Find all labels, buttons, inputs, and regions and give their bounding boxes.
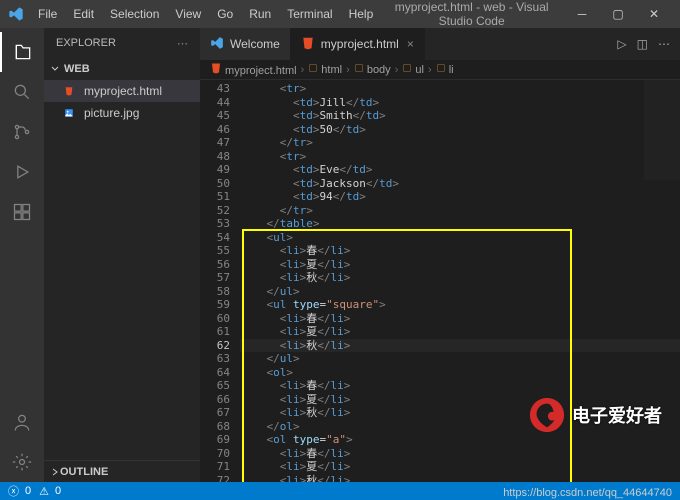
code-line-60[interactable]: <li>春</li> xyxy=(240,312,680,326)
code-line-43[interactable]: <tr> xyxy=(240,82,680,96)
close-button[interactable]: ✕ xyxy=(636,0,672,28)
code-line-50[interactable]: <td>Jackson</td> xyxy=(240,177,680,191)
watermark: 电子爱好者 xyxy=(528,396,662,434)
chevron-right-icon: › xyxy=(428,64,432,76)
editor-area: Welcome myproject.html × ▷ ◫ ⋯ myproject.h… xyxy=(200,28,680,482)
menu-run[interactable]: Run xyxy=(243,5,277,23)
settings-icon[interactable] xyxy=(0,442,44,482)
code-line-69[interactable]: <ol type="a"> xyxy=(240,433,680,447)
crumb-html[interactable]: html xyxy=(308,63,342,76)
minimap[interactable] xyxy=(644,80,680,180)
chevron-right-icon: › xyxy=(395,64,399,76)
html-file-icon xyxy=(64,84,78,98)
warning-count: 0 xyxy=(55,485,61,497)
source-control-icon[interactable] xyxy=(0,112,44,152)
tab-label: Welcome xyxy=(230,37,280,51)
menu-selection[interactable]: Selection xyxy=(104,5,165,23)
tab-label: myproject.html xyxy=(321,37,399,51)
file-myproject.html[interactable]: myproject.html xyxy=(44,80,200,102)
code-line-58[interactable]: </ul> xyxy=(240,285,680,299)
outline-label: OUTLINE xyxy=(60,466,108,478)
search-icon[interactable] xyxy=(0,72,44,112)
code-line-71[interactable]: <li>夏</li> xyxy=(240,460,680,474)
tab-myproject.html[interactable]: myproject.html × xyxy=(291,28,425,60)
crumb-li[interactable]: li xyxy=(436,63,454,76)
code-line-64[interactable]: <ol> xyxy=(240,366,680,380)
code-line-56[interactable]: <li>夏</li> xyxy=(240,258,680,272)
run-debug-icon[interactable] xyxy=(0,152,44,192)
account-icon[interactable] xyxy=(0,402,44,442)
split-editor-icon[interactable]: ◫ xyxy=(637,37,648,51)
sidebar: EXPLORER ⋯ WEB myproject.html picture.jpg… xyxy=(44,28,200,482)
current-line-highlight xyxy=(240,339,680,353)
footer-url: https://blog.csdn.net/qq_44644740 xyxy=(503,487,672,499)
menu-go[interactable]: Go xyxy=(211,5,239,23)
project-name: WEB xyxy=(64,63,90,75)
code-line-46[interactable]: <td>50</td> xyxy=(240,123,680,137)
file-label: picture.jpg xyxy=(84,106,139,120)
chevron-right-icon: › xyxy=(301,64,305,76)
code-line-45[interactable]: <td>Smith</td> xyxy=(240,109,680,123)
crumb-myproject.html[interactable]: myproject.html xyxy=(210,62,297,77)
code-line-61[interactable]: <li>夏</li> xyxy=(240,325,680,339)
code-line-57[interactable]: <li>秋</li> xyxy=(240,271,680,285)
html-tab-icon xyxy=(301,36,315,53)
run-icon[interactable]: ▷ xyxy=(617,37,626,51)
line-numbers: 4344454647484950515253545556575859606162… xyxy=(200,80,240,482)
code-line-44[interactable]: <td>Jill</td> xyxy=(240,96,680,110)
vscode-tab-icon xyxy=(210,36,224,53)
code-line-72[interactable]: <li>秋</li> xyxy=(240,474,680,483)
extensions-icon[interactable] xyxy=(0,192,44,232)
menu-view[interactable]: View xyxy=(169,5,207,23)
menu-edit[interactable]: Edit xyxy=(67,5,100,23)
maximize-button[interactable]: ▢ xyxy=(600,0,636,28)
menu-terminal[interactable]: Terminal xyxy=(281,5,338,23)
vscode-logo-icon xyxy=(8,6,24,22)
code-line-51[interactable]: <td>94</td> xyxy=(240,190,680,204)
outline-section[interactable]: OUTLINE xyxy=(44,460,200,482)
window-title: myproject.html - web - Visual Studio Cod… xyxy=(379,0,564,28)
chevron-right-icon: › xyxy=(346,64,350,76)
explorer-icon[interactable] xyxy=(0,32,44,72)
code-line-47[interactable]: </tr> xyxy=(240,136,680,150)
window-controls: ─ ▢ ✕ xyxy=(564,0,672,28)
breadcrumb[interactable]: myproject.html› html› body› ul› li xyxy=(200,60,680,80)
tab-welcome[interactable]: Welcome xyxy=(200,28,291,60)
code-line-59[interactable]: <ul type="square"> xyxy=(240,298,680,312)
sidebar-title: EXPLORER ⋯ xyxy=(44,28,200,58)
close-tab-icon[interactable]: × xyxy=(407,37,414,51)
code-line-65[interactable]: <li>春</li> xyxy=(240,379,680,393)
file-picture.jpg[interactable]: picture.jpg xyxy=(44,102,200,124)
code-line-48[interactable]: <tr> xyxy=(240,150,680,164)
editor-tabs: Welcome myproject.html × ▷ ◫ ⋯ xyxy=(200,28,680,60)
code-line-52[interactable]: </tr> xyxy=(240,204,680,218)
file-label: myproject.html xyxy=(84,84,162,98)
code-line-49[interactable]: <td>Eve</td> xyxy=(240,163,680,177)
errors-icon[interactable]: ⓧ xyxy=(8,483,19,499)
error-count: 0 xyxy=(25,485,31,497)
title-bar: FileEditSelectionViewGoRunTerminal Help m… xyxy=(0,0,680,28)
code-line-63[interactable]: </ul> xyxy=(240,352,680,366)
menu-file[interactable]: File xyxy=(32,5,63,23)
crumb-ul[interactable]: ul xyxy=(402,63,424,76)
activity-bar xyxy=(0,28,44,482)
watermark-logo-icon xyxy=(528,396,566,434)
tab-actions: ▷ ◫ ⋯ xyxy=(607,28,680,60)
project-folder[interactable]: WEB xyxy=(44,58,200,80)
menu-bar: FileEditSelectionViewGoRunTerminal Help xyxy=(32,5,379,23)
code-line-55[interactable]: <li>春</li> xyxy=(240,244,680,258)
code-line-70[interactable]: <li>春</li> xyxy=(240,447,680,461)
more-icon[interactable]: ⋯ xyxy=(177,37,188,50)
explorer-label: EXPLORER xyxy=(56,37,116,49)
minimize-button[interactable]: ─ xyxy=(564,0,600,28)
more-actions-icon[interactable]: ⋯ xyxy=(658,37,670,51)
watermark-text: 电子爱好者 xyxy=(572,402,662,428)
code-line-53[interactable]: </table> xyxy=(240,217,680,231)
code-line-54[interactable]: <ul> xyxy=(240,231,680,245)
crumb-body[interactable]: body xyxy=(354,63,391,76)
warnings-icon[interactable]: ⚠ xyxy=(39,485,49,498)
image-file-icon xyxy=(64,106,78,120)
menu-help[interactable]: Help xyxy=(343,5,380,23)
